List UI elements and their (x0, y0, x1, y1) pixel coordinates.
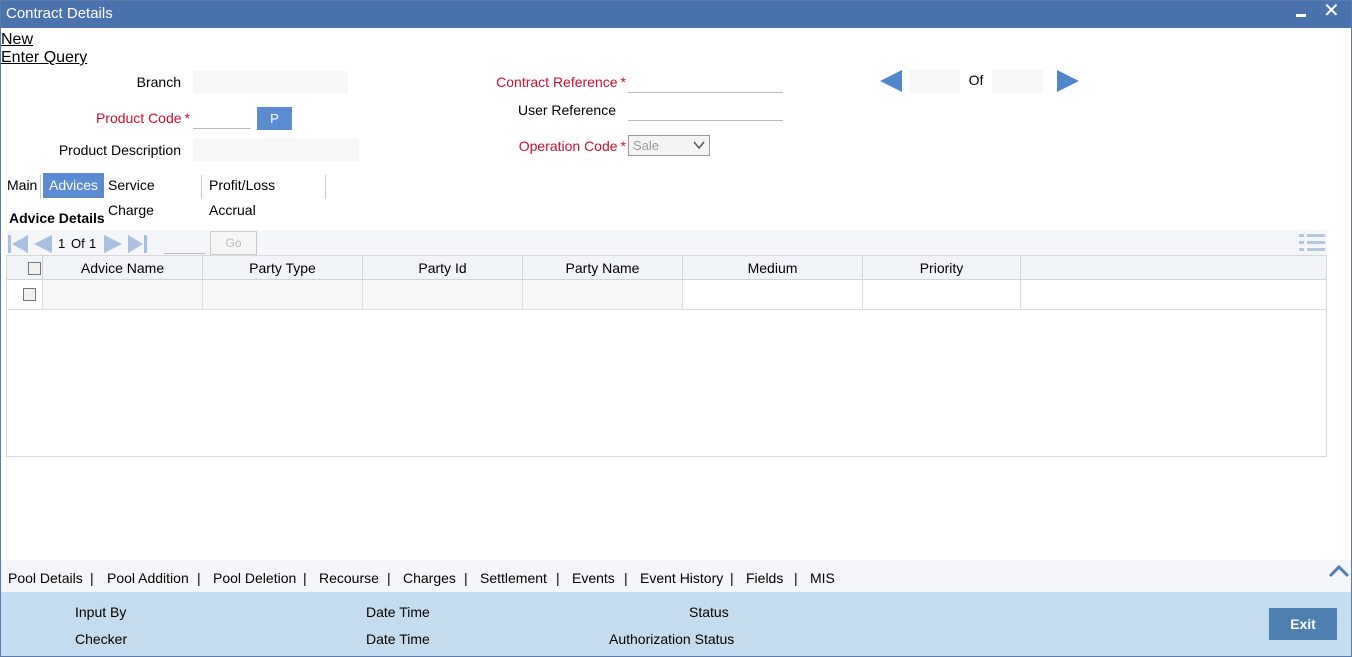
column-priority[interactable]: Priority (863, 256, 1021, 280)
pool-details-link[interactable]: Pool Details (8, 570, 83, 586)
select-all-cell (7, 256, 43, 280)
user-reference-input[interactable] (628, 98, 783, 121)
column-advice-name[interactable]: Advice Name (43, 256, 203, 280)
grid-header: Advice Name Party Type Party Id Party Na… (7, 256, 1326, 280)
page-number-input[interactable] (164, 232, 205, 254)
pool-deletion-link[interactable]: Pool Deletion (213, 570, 296, 586)
tab-profit-loss-accrual[interactable]: Profit/Loss Accrual (203, 173, 281, 218)
last-page-icon[interactable] (126, 234, 148, 254)
branch-input[interactable] (193, 71, 348, 94)
previous-record-icon[interactable] (880, 70, 902, 92)
tab-service-charge[interactable]: Service Charge (102, 173, 161, 218)
branch-label: Branch (136, 74, 181, 90)
advice-pager (7, 230, 1327, 256)
exit-button[interactable]: Exit (1269, 608, 1337, 640)
minimize-icon[interactable] (1295, 2, 1309, 24)
checker-label: Checker (75, 631, 128, 647)
medium-cell[interactable] (683, 280, 863, 309)
events-link[interactable]: Events (572, 570, 615, 586)
new-link[interactable]: New (1, 31, 33, 49)
window-title: Contract Details (6, 5, 113, 22)
advice-details-title: Advice Details (9, 210, 105, 226)
mis-link[interactable]: MIS (810, 570, 835, 586)
enter-query-link[interactable]: Enter Query (1, 49, 87, 67)
column-party-id[interactable]: Party Id (363, 256, 523, 280)
go-button[interactable]: Go (210, 231, 257, 255)
operation-code-select[interactable]: Sale (628, 135, 710, 156)
link-separator: | (90, 570, 94, 586)
user-reference-label: User Reference (517, 102, 616, 118)
link-separator: | (387, 570, 391, 586)
tab-divider (325, 175, 326, 199)
of-label: Of (968, 72, 984, 88)
first-page-icon[interactable] (8, 234, 30, 254)
chevron-down-icon (693, 141, 705, 150)
party-type-cell[interactable] (203, 280, 363, 309)
pager-total: 1 (89, 236, 97, 251)
product-lookup-button[interactable]: P (257, 107, 292, 130)
column-list-icon[interactable] (1299, 233, 1325, 253)
authorization-status-label: Authorization Status (609, 631, 735, 647)
audit-footer (0, 592, 1352, 657)
charges-link[interactable]: Charges (403, 570, 456, 586)
total-records-input[interactable] (992, 70, 1043, 93)
select-all-checkbox[interactable] (28, 262, 41, 275)
current-record-input[interactable] (909, 70, 960, 93)
column-party-name[interactable]: Party Name (523, 256, 683, 280)
pool-addition-link[interactable]: Pool Addition (107, 570, 189, 586)
next-page-icon[interactable] (102, 234, 124, 254)
fields-link[interactable]: Fields (746, 570, 783, 586)
date-time-label: Date Time (366, 604, 430, 620)
priority-cell[interactable] (863, 280, 1021, 309)
link-separator: | (303, 570, 307, 586)
contract-reference-label: Contract Reference * (496, 74, 626, 90)
row-checkbox[interactable] (23, 288, 36, 301)
tab-divider (201, 175, 202, 199)
close-icon[interactable]: ✕ (1323, 0, 1340, 22)
recourse-link[interactable]: Recourse (319, 570, 379, 586)
tab-advices[interactable]: Advices (43, 173, 105, 198)
product-description-input[interactable] (193, 138, 359, 161)
link-separator: | (556, 570, 560, 586)
link-separator: | (197, 570, 201, 586)
contract-reference-input[interactable] (628, 70, 783, 93)
operation-code-value: Sale (633, 138, 660, 153)
operation-code-label: Operation Code * (518, 138, 626, 154)
settlement-link[interactable]: Settlement (480, 570, 547, 586)
event-history-link[interactable]: Event History (640, 570, 723, 586)
link-separator: | (730, 570, 734, 586)
party-name-cell[interactable] (523, 280, 683, 309)
pager-of: Of (71, 236, 85, 251)
previous-page-icon[interactable] (32, 234, 54, 254)
advice-name-cell[interactable] (43, 280, 203, 309)
pager-current: 1 (58, 236, 66, 251)
title-bar: Contract Details ✕ (0, 0, 1352, 28)
checker-date-time-label: Date Time (366, 631, 430, 647)
column-party-type[interactable]: Party Type (203, 256, 363, 280)
bottom-link-bar: Pool Details | Pool Addition | Pool Dele… (0, 560, 1352, 592)
table-row (7, 280, 1326, 310)
row-select-cell (7, 280, 43, 309)
link-separator: | (794, 570, 798, 586)
product-code-input[interactable] (193, 106, 251, 129)
link-separator: | (624, 570, 628, 586)
product-description-label: Product Description (58, 142, 181, 158)
chevron-up-icon[interactable] (1328, 564, 1350, 578)
status-label: Status (689, 604, 729, 620)
link-separator: | (464, 570, 468, 586)
tab-main[interactable]: Main (1, 173, 43, 198)
next-record-icon[interactable] (1057, 70, 1079, 92)
party-id-cell[interactable] (363, 280, 523, 309)
advice-grid: Advice Name Party Type Party Id Party Na… (6, 255, 1327, 457)
column-medium[interactable]: Medium (683, 256, 863, 280)
input-by-label: Input By (75, 604, 127, 620)
product-code-label: Product Code * (95, 110, 190, 126)
tab-divider (40, 175, 41, 199)
